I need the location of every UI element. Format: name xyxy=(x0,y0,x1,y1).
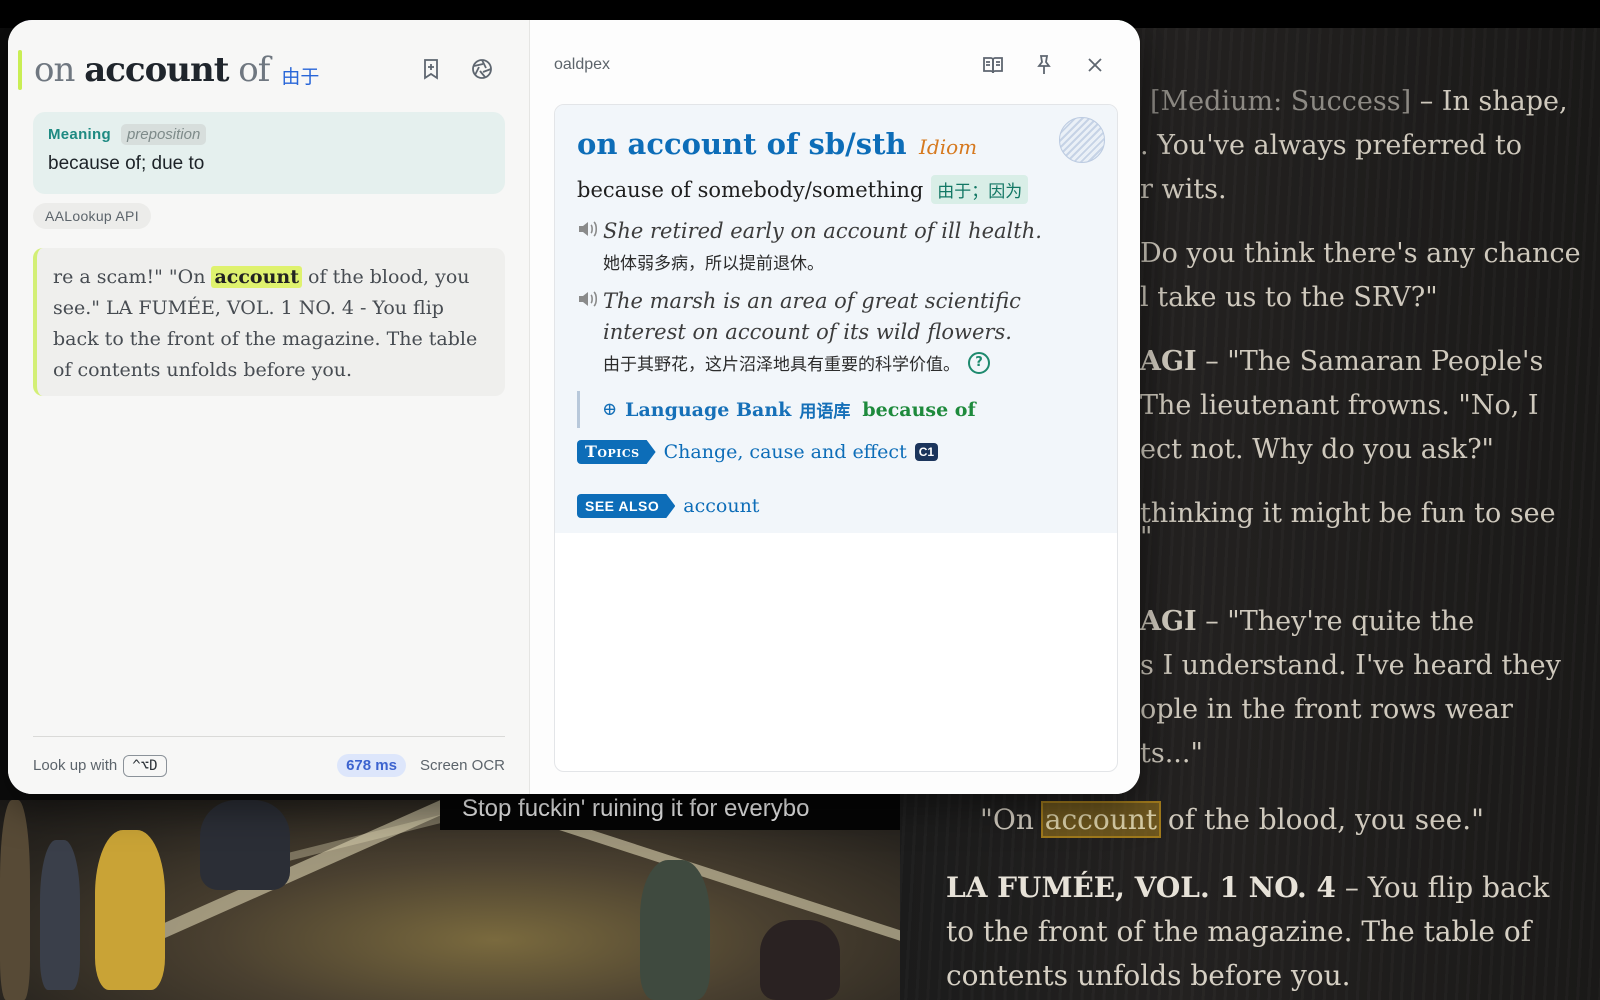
shortcut-key[interactable]: ^⌥D xyxy=(123,754,167,777)
language-bank-translation: 用语库 xyxy=(799,402,851,422)
entry-type-tag: Idiom xyxy=(919,135,978,159)
topics-tag: Topics xyxy=(577,440,656,464)
example: She retired early on account of ill heal… xyxy=(577,216,1095,274)
ocr-highlight: account xyxy=(1040,801,1162,838)
book-open-icon xyxy=(983,57,1003,74)
dialogue-line: [Medium: Success] – In shape, xyxy=(1150,86,1568,117)
dictionary-pane: oaldpex on account of sb/sth Idiom becau… xyxy=(530,20,1140,794)
definition-translation: 由于；因为 xyxy=(931,175,1029,204)
see-also-tag: SEE ALSO xyxy=(577,494,675,518)
entry-content: on account of sb/sth Idiom because of so… xyxy=(555,105,1117,533)
close-button[interactable] xyxy=(1078,48,1112,82)
see-also-link[interactable]: account xyxy=(683,495,759,517)
dialogue-line: l take us to the SRV?" xyxy=(1140,282,1438,313)
subtitle: Stop fuckin' ruining it for everybo xyxy=(440,790,900,830)
meaning-card: Meaning preposition because of; due to xyxy=(33,112,505,194)
example: The marsh is an area of great scientific… xyxy=(577,286,1095,375)
game-scene xyxy=(0,800,900,1000)
see-also-row: SEE ALSO account xyxy=(577,494,1095,518)
headword: on account of sb/sth xyxy=(577,127,907,161)
latency-badge: 678 ms xyxy=(337,754,406,777)
dialogue-line: s I understand. I've heard they xyxy=(1140,650,1561,681)
pronounce-example-button[interactable] xyxy=(577,216,603,274)
oxford-badge-icon xyxy=(1059,117,1105,163)
scene-figure xyxy=(200,800,290,890)
speaker-icon xyxy=(579,291,598,307)
part-of-speech: preposition xyxy=(120,124,207,145)
dialogue-line: ople in the front rows wear xyxy=(1140,694,1513,725)
pin-icon xyxy=(1037,55,1051,74)
close-icon xyxy=(1088,58,1102,72)
expand-icon: ⊕ xyxy=(602,399,618,420)
dialogue-line: thinking it might be fun to see xyxy=(1140,498,1556,529)
dialogue-quote: "On account of the blood, you see." xyxy=(980,801,1485,838)
summary-pane: on account of 由于 Meaning preposition bec… xyxy=(8,20,530,794)
phrase-translation: 由于 xyxy=(281,65,320,88)
pin-button[interactable] xyxy=(1027,48,1061,82)
language-bank-label: Language Bank xyxy=(625,398,792,421)
bookmark-add-button[interactable] xyxy=(414,52,448,86)
scene-figure xyxy=(40,840,80,990)
footer: Look up with ^⌥D 678 ms Screen OCR xyxy=(33,736,505,794)
speaker-icon xyxy=(579,221,598,237)
scene-figure xyxy=(640,860,710,1000)
topics-link[interactable]: Change, cause and effect xyxy=(664,441,907,463)
language-bank-link[interactable]: because of xyxy=(862,399,975,421)
bookmark-plus-icon xyxy=(424,59,438,80)
headword-row: on account of sb/sth Idiom xyxy=(577,127,1095,161)
lookup-phrase: on account of xyxy=(34,50,270,90)
road-stripe xyxy=(558,820,900,960)
mode-label: Screen OCR xyxy=(419,757,505,774)
header-accent-bar xyxy=(18,50,22,90)
dialogue-line: . You've always preferred to xyxy=(1140,130,1523,161)
scene-figure xyxy=(95,830,165,990)
example-english: The marsh is an area of great scientific… xyxy=(603,289,1021,344)
level-badge: C1 xyxy=(914,443,939,461)
help-icon[interactable]: ? xyxy=(968,351,990,374)
dialogue-line: r wits. xyxy=(1140,174,1227,205)
context-highlight: account xyxy=(211,266,303,288)
meaning-definition: because of; due to xyxy=(48,153,205,174)
dialogue-line: AGI – "They're quite the xyxy=(1140,606,1475,637)
example-translation: 由于其野花，这片沼泽地具有重要的科学价值。? xyxy=(603,350,1095,375)
translate-button[interactable] xyxy=(465,52,499,86)
language-bank[interactable]: ⊕ Language Bank 用语库 because of xyxy=(577,391,1095,428)
scene-figure xyxy=(760,920,840,1000)
topics-row: Topics Change, cause and effect C1 xyxy=(577,440,1095,464)
open-dictionary-button[interactable] xyxy=(976,48,1010,82)
pronounce-example-button[interactable] xyxy=(577,286,603,375)
dialogue-line: AGI – "The Samaran People's xyxy=(1140,346,1544,377)
dictionary-entry: on account of sb/sth Idiom because of so… xyxy=(554,104,1118,772)
dialogue-line: ect not. Why do you ask?" xyxy=(1140,434,1494,465)
meaning-label: Meaning xyxy=(48,126,111,143)
api-source-chip: AALookup API xyxy=(33,203,151,229)
dialogue-line: The lieutenant frowns. "No, I xyxy=(1140,390,1539,421)
context-snippet: re a scam!" "On account of the blood, yo… xyxy=(33,248,505,396)
definition: because of somebody/something xyxy=(577,177,924,202)
aperture-icon xyxy=(472,59,492,79)
dialogue-line: ts..." xyxy=(1140,738,1203,769)
scene-figure xyxy=(0,800,30,1000)
definition-row: because of somebody/something 由于；因为 xyxy=(577,175,1095,204)
example-translation: 她体弱多病，所以提前退休。 xyxy=(603,254,824,274)
dictionary-source: oaldpex xyxy=(554,56,611,73)
lookup-header: on account of 由于 xyxy=(18,48,319,92)
lookup-popup: on account of 由于 Meaning preposition bec… xyxy=(8,20,1140,794)
example-english: She retired early on account of ill heal… xyxy=(603,219,1042,243)
dialogue-line: " xyxy=(1140,522,1153,553)
dialogue-la-fumee: LA FUMÉE, VOL. 1 NO. 4 – You flip back t… xyxy=(946,871,1550,992)
lookup-shortcut-label: Look up with xyxy=(33,757,118,774)
dialogue-line: Do you think there's any chance xyxy=(1140,238,1581,269)
